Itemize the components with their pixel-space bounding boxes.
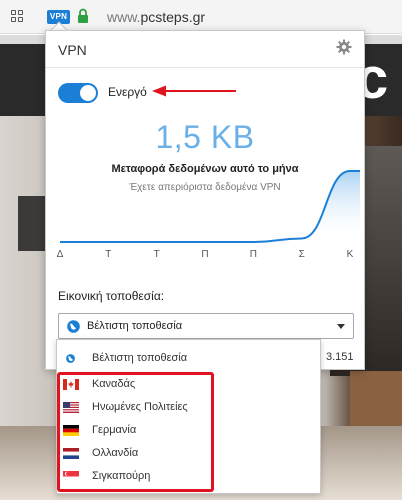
day-label: Π bbox=[249, 249, 257, 260]
data-limit-note: Έχετε απεριόριστα δεδομένα VPN bbox=[129, 182, 281, 193]
day-label: Τ bbox=[105, 249, 112, 260]
vpn-toggle[interactable] bbox=[58, 83, 98, 103]
popup-divider bbox=[46, 67, 364, 68]
day-label: Δ bbox=[56, 249, 64, 260]
chart-day-axis: ΔΤΤΠΠΣΚ bbox=[46, 249, 364, 263]
lock-icon bbox=[78, 8, 88, 23]
day-label: Π bbox=[201, 249, 209, 260]
behind-text: 3.151 bbox=[326, 351, 354, 363]
url-prefix: www. bbox=[107, 9, 141, 25]
location-select[interactable]: Βέλτιστη τοποθεσία bbox=[58, 313, 354, 339]
vpn-popup: VPN Ενεργό 1,5 KB Μεταφορά δεδομένων αυτ… bbox=[45, 30, 365, 370]
location-label: Εικονική τοποθεσία: bbox=[58, 289, 165, 303]
annotation-highlight-box bbox=[57, 372, 214, 492]
location-option-optimal[interactable]: Βέλτιστη τοποθεσία bbox=[57, 348, 320, 370]
globe-icon bbox=[66, 354, 75, 363]
popup-title: VPN bbox=[58, 42, 87, 58]
annotation-arrow bbox=[152, 85, 236, 97]
day-label: Τ bbox=[153, 249, 160, 260]
location-selected: Βέλτιστη τοποθεσία bbox=[87, 320, 183, 332]
address-bar[interactable]: www.pcsteps.gr bbox=[107, 9, 205, 25]
data-period-label: Μεταφορά δεδομένων αυτό το μήνα bbox=[111, 163, 299, 175]
day-label: Σ bbox=[298, 249, 305, 260]
url-domain: pcsteps.gr bbox=[140, 9, 206, 25]
chevron-down-icon[interactable] bbox=[337, 324, 345, 329]
globe-icon bbox=[67, 320, 80, 333]
data-amount: 1,5 KB bbox=[155, 119, 255, 155]
toggle-knob bbox=[80, 85, 96, 101]
option-label: Βέλτιστη τοποθεσία bbox=[92, 352, 188, 364]
day-label: Κ bbox=[346, 249, 354, 260]
gear-icon[interactable] bbox=[336, 39, 352, 55]
grid-icon[interactable] bbox=[11, 10, 23, 22]
vpn-toggle-label: Ενεργό bbox=[108, 85, 147, 99]
